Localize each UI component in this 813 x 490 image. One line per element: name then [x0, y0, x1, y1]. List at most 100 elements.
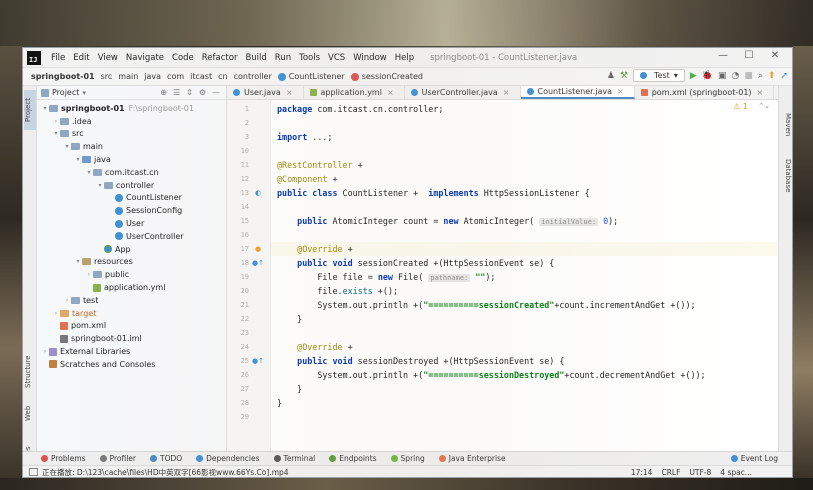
breadcrumb-item[interactable]: CountListener — [275, 72, 348, 81]
coverage-icon[interactable]: ▣ — [718, 71, 727, 81]
chevron-down-icon[interactable]: ▾ — [82, 89, 86, 97]
breadcrumb-item[interactable]: com — [164, 72, 187, 81]
file-encoding[interactable]: UTF-8 — [689, 468, 711, 477]
editor-tab[interactable]: User.java × — [227, 86, 304, 99]
editor-tab[interactable]: UserController.java × — [405, 86, 521, 99]
chevron-right-icon[interactable]: › — [52, 310, 60, 317]
chevron-down-icon[interactable]: ▾ — [63, 143, 71, 150]
menu-item-edit[interactable]: Edit — [69, 53, 93, 63]
menu-item-tools[interactable]: Tools — [295, 53, 324, 63]
chevron-down-icon[interactable]: ▾ — [74, 156, 82, 163]
navigate-arrow-icon[interactable]: ➚ — [780, 71, 788, 81]
menu-item-refactor[interactable]: Refactor — [198, 53, 242, 63]
breadcrumb-item[interactable]: sessionCreated — [348, 72, 426, 81]
expand-icon[interactable]: ⇕ — [186, 88, 193, 97]
menu-item-file[interactable]: File — [47, 53, 69, 63]
tool-window-button[interactable]: Endpoints — [329, 454, 377, 463]
tree-item[interactable]: springboot-01.iml — [37, 332, 226, 345]
close-window-button[interactable]: ✕ — [762, 50, 788, 61]
breadcrumb-item[interactable]: springboot-01 — [28, 72, 98, 81]
tool-window-button[interactable]: Spring — [390, 454, 425, 463]
chevron-right-icon[interactable]: › — [52, 118, 60, 125]
run-configuration-select[interactable]: Test ▾ — [633, 69, 685, 82]
tree-item[interactable]: App — [37, 243, 226, 256]
menu-item-code[interactable]: Code — [168, 53, 198, 63]
user-icon[interactable]: ♟ — [607, 71, 615, 81]
lightbulb-icon[interactable]: ● — [251, 242, 265, 256]
breadcrumb-item[interactable]: itcast — [187, 72, 215, 81]
tab-project[interactable]: Project — [24, 90, 36, 130]
stop-icon[interactable]: ■ — [744, 71, 753, 81]
event-log-button[interactable]: Event Log — [730, 454, 778, 463]
close-icon[interactable]: × — [503, 88, 510, 97]
tree-item[interactable]: ▾ src — [37, 128, 226, 141]
search-icon[interactable]: ⌕ — [758, 71, 763, 81]
tree-item[interactable]: application.yml — [37, 281, 226, 294]
menu-item-view[interactable]: View — [94, 53, 122, 63]
menu-item-help[interactable]: Help — [391, 53, 418, 63]
tree-item[interactable]: ▾ main — [37, 140, 226, 153]
collapse-all-icon[interactable]: ☰ — [173, 88, 180, 97]
breadcrumb-item[interactable]: src — [98, 72, 116, 81]
tree-item[interactable]: ▾ resources — [37, 256, 226, 269]
chevron-up-down-icon[interactable]: ⌃⌄ — [758, 102, 770, 110]
indent-setting[interactable]: 4 spac... — [720, 468, 752, 477]
tree-item[interactable]: › test — [37, 294, 226, 307]
override-icon[interactable]: ●↑ — [251, 256, 265, 270]
menu-item-navigate[interactable]: Navigate — [122, 53, 168, 63]
tab-database[interactable]: Database — [780, 152, 792, 200]
tree-item[interactable]: › public — [37, 268, 226, 281]
tree-item[interactable]: Scratches and Consoles — [37, 358, 226, 371]
run-icon[interactable]: ▶ — [690, 71, 697, 81]
tree-item[interactable]: CountListener — [37, 192, 226, 205]
tool-window-button[interactable]: Profiler — [99, 454, 136, 463]
chevron-down-icon[interactable]: ▾ — [74, 258, 82, 265]
close-icon[interactable]: × — [617, 87, 624, 96]
status-toggle-icon[interactable] — [29, 468, 38, 476]
editor-tab[interactable]: application.yml × — [304, 86, 405, 99]
tree-item[interactable]: ▾ com.itcast.cn — [37, 166, 226, 179]
implements-icon[interactable]: ◐ — [251, 186, 265, 200]
tool-window-button[interactable]: Terminal — [273, 454, 315, 463]
menu-item-window[interactable]: Window — [349, 53, 391, 63]
chevron-down-icon[interactable]: ▾ — [52, 130, 60, 137]
build-hammer-icon[interactable]: ⚒ — [620, 71, 628, 81]
breadcrumb-item[interactable]: java — [141, 72, 164, 81]
tree-item[interactable]: ▾ springboot-01 F:\springboot-01 — [37, 102, 226, 115]
debug-icon[interactable]: 🐞 — [702, 71, 713, 81]
locate-icon[interactable]: ⊕ — [160, 88, 167, 97]
editor-tab[interactable]: pom.xml (springboot-01) × — [635, 86, 775, 99]
code-editor[interactable]: package com.itcast.cn.controller; import … — [271, 100, 778, 458]
caret-position[interactable]: 17:14 — [631, 468, 653, 477]
minimize-button[interactable]: — — [710, 50, 736, 61]
update-icon[interactable]: ⬆ — [768, 71, 776, 81]
close-icon[interactable]: × — [286, 88, 293, 97]
gear-icon[interactable]: ⚙ — [199, 88, 206, 97]
tool-window-button[interactable]: TODO — [149, 454, 182, 463]
tab-maven[interactable]: Maven — [780, 108, 792, 142]
chevron-right-icon[interactable]: › — [41, 348, 49, 355]
breadcrumb-item[interactable]: cn — [215, 72, 230, 81]
tree-item[interactable]: › External Libraries — [37, 345, 226, 358]
menu-item-build[interactable]: Build — [241, 53, 270, 63]
profile-icon[interactable]: ◔ — [731, 71, 739, 81]
tool-window-button[interactable]: Java Enterprise — [438, 454, 506, 463]
tree-item[interactable]: User — [37, 217, 226, 230]
tree-item[interactable]: pom.xml — [37, 320, 226, 333]
tree-item[interactable]: UserController — [37, 230, 226, 243]
tree-item[interactable]: SessionConfig — [37, 204, 226, 217]
tree-item[interactable]: ▾ java — [37, 153, 226, 166]
close-icon[interactable]: × — [387, 88, 394, 97]
breadcrumb-item[interactable]: main — [115, 72, 141, 81]
menu-item-vcs[interactable]: VCS — [324, 53, 349, 63]
override-icon[interactable]: ●↑ — [251, 354, 265, 368]
tab-structure[interactable]: Structure — [24, 348, 36, 396]
tool-window-button[interactable]: Problems — [41, 454, 86, 463]
chevron-right-icon[interactable]: › — [85, 271, 93, 278]
chevron-down-icon[interactable]: ▾ — [85, 169, 93, 176]
close-icon[interactable]: × — [757, 88, 764, 97]
warning-indicator[interactable]: ⚠ 1 — [733, 102, 748, 111]
maximize-button[interactable]: ☐ — [736, 50, 762, 61]
project-panel-title[interactable]: Project — [52, 88, 79, 97]
breadcrumb-item[interactable]: controller — [231, 72, 275, 81]
